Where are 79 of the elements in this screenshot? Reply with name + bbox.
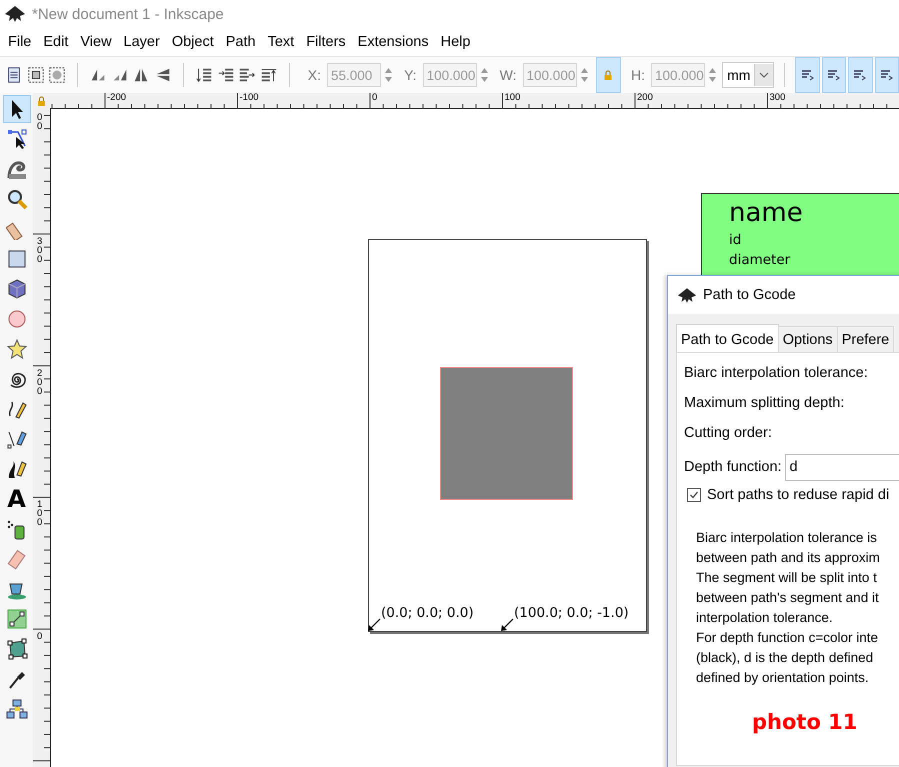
menu-item[interactable]: Edit [37,31,74,53]
field-label: Depth function: [684,459,782,475]
field-label: Y: [404,67,417,83]
field-label: Cutting order: [684,424,773,443]
transform-option-icon [880,68,894,82]
raise-icon[interactable] [238,66,256,84]
ruler-label: 100 [37,500,44,528]
object-field: diameter [729,250,899,270]
tab[interactable]: Options [778,326,838,352]
padlock-icon[interactable] [37,96,46,106]
transform-toggle-button[interactable] [874,57,899,93]
window-title: *New document 1 - Inkscape [32,6,224,22]
app-logo-icon [4,5,26,23]
mesh-icon [6,638,28,660]
tool-button[interactable] [2,95,30,123]
app-logo-icon [677,286,697,304]
lower-icon[interactable] [216,66,235,84]
zoom-icon [6,188,28,210]
menu-item[interactable]: Filters [300,31,352,53]
field-label: W: [500,67,517,83]
menu-item[interactable]: Object [166,31,220,53]
ruler-label: 00 [37,113,44,131]
lower-to-bottom-icon[interactable] [194,66,213,84]
unit-dropdown[interactable]: mm [722,62,774,88]
ruler-label: 0 [372,93,378,103]
ruler-label: -200 [107,93,126,103]
checkbox-label: Sort paths to reduse rapid di [707,487,890,503]
padlock-icon [603,70,614,80]
menu-item[interactable]: Path [220,31,262,53]
caret-icon [754,64,774,86]
select-all-layers-icon[interactable] [48,66,66,84]
rectangle-icon [6,248,28,270]
spray-can-icon [6,518,28,540]
transform-option-icon [826,68,841,82]
ruler-label: 200 [37,368,44,396]
transform-option-icon [800,68,814,82]
photo-caption: photo 11 [752,710,858,734]
checkmark-icon [689,490,699,500]
ruler-label: 200 [637,93,653,103]
ruler-label: 300 [770,93,786,103]
arrow-icon [368,618,381,631]
menu-item[interactable]: File [2,31,38,53]
star-icon [6,338,28,360]
field-label: X: [308,67,321,83]
tab[interactable]: Prefere [836,326,894,352]
ruler-label: 300 [37,237,44,264]
checkbox[interactable] [687,488,701,502]
depth-function-field[interactable]: d [784,454,899,480]
gradient-icon [6,608,28,630]
coordinate-label: (100.0; 0.0; -1.0) [514,605,629,621]
transform-option-icon [853,68,868,82]
select-all-icon[interactable] [26,66,45,84]
object-field: id [729,230,899,250]
transform-toggle-button[interactable] [795,57,820,93]
transform-toggle-button[interactable] [848,57,873,93]
ruler-label: 100 [504,93,520,103]
field-label: Maximum splitting depth: [684,394,846,413]
cube-icon [6,278,28,300]
arrow-icon [501,618,514,631]
menu-item[interactable]: Layer [118,31,166,53]
transform-toggle-button[interactable] [822,57,846,93]
ruler-label: -100 [240,93,259,103]
object-title: name [729,197,804,230]
field-label: Biarc interpolation tolerance: [684,364,869,383]
description-text: Biarc interpolation tolerance is between path and its approxim The segment will be split into t between path's segment and it interpolation tolerance. For depth function c=color inte (black), d is the depth defined defined by orientation points. [696,529,881,687]
field-label: H: [630,67,645,83]
text-tool-button[interactable]: A [2,485,30,513]
tab[interactable]: Path to Gcode [676,324,779,352]
coordinate-label: (0.0; 0.0; 0.0) [381,605,474,621]
dialog-title: Path to Gcode [703,287,796,303]
circle-icon [6,308,28,330]
menu-item[interactable]: Extensions [352,31,435,53]
raise-to-top-icon[interactable] [260,66,278,84]
connector-icon [6,698,28,720]
ruler-label: 0 [37,632,44,642]
menu-item[interactable]: View [74,31,118,53]
node-edit-icon [6,128,28,150]
menu-item[interactable]: Help [434,31,476,53]
menu-item[interactable]: Text [262,31,300,53]
